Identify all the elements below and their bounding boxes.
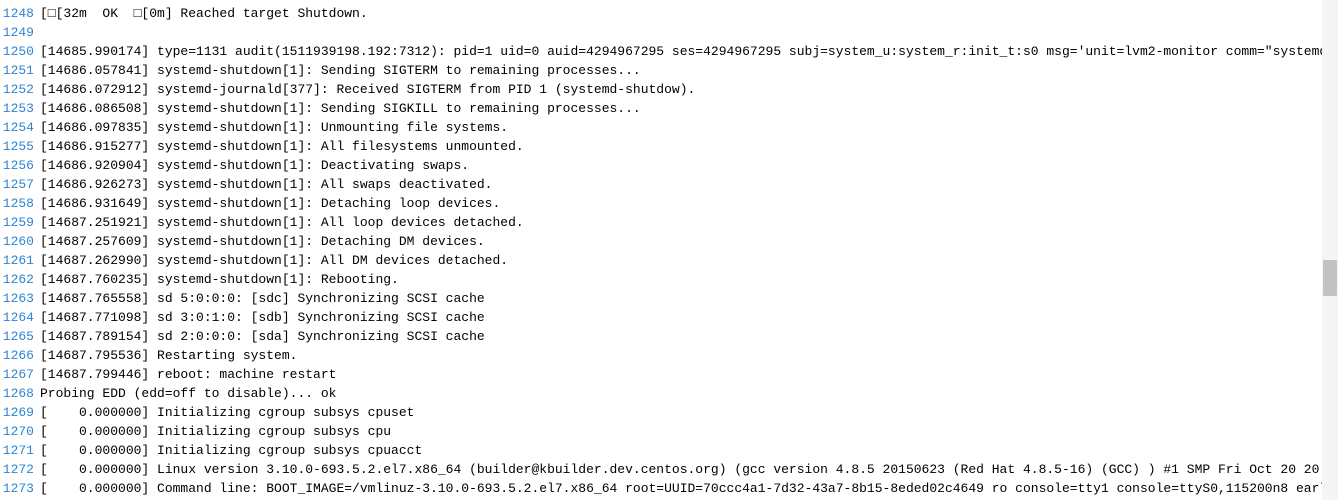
line-number: 1261 xyxy=(0,251,34,270)
log-line[interactable]: [14686.072912] systemd-journald[377]: Re… xyxy=(40,80,1338,99)
line-number: 1255 xyxy=(0,137,34,156)
log-line[interactable]: [ 0.000000] Initializing cgroup subsys c… xyxy=(40,403,1338,422)
line-number: 1268 xyxy=(0,384,34,403)
line-number: 1252 xyxy=(0,80,34,99)
log-line[interactable]: [14686.097835] systemd-shutdown[1]: Unmo… xyxy=(40,118,1338,137)
log-line[interactable]: [14687.765558] sd 5:0:0:0: [sdc] Synchro… xyxy=(40,289,1338,308)
log-line[interactable]: [14687.760235] systemd-shutdown[1]: Rebo… xyxy=(40,270,1338,289)
line-number: 1267 xyxy=(0,365,34,384)
log-line[interactable]: [14686.915277] systemd-shutdown[1]: All … xyxy=(40,137,1338,156)
log-line[interactable]: [14687.262990] systemd-shutdown[1]: All … xyxy=(40,251,1338,270)
log-line[interactable]: [ 0.000000] Linux version 3.10.0-693.5.2… xyxy=(40,460,1338,479)
scrollbar-track[interactable] xyxy=(1322,0,1338,500)
line-number: 1260 xyxy=(0,232,34,251)
log-line[interactable]: [14686.926273] systemd-shutdown[1]: All … xyxy=(40,175,1338,194)
log-line[interactable]: [ 0.000000] Command line: BOOT_IMAGE=/vm… xyxy=(40,479,1338,498)
line-number: 1248 xyxy=(0,4,34,23)
log-line[interactable]: [14686.920904] systemd-shutdown[1]: Deac… xyxy=(40,156,1338,175)
log-line[interactable] xyxy=(40,23,1338,42)
line-number: 1273 xyxy=(0,479,34,498)
line-number: 1270 xyxy=(0,422,34,441)
line-number: 1259 xyxy=(0,213,34,232)
log-line[interactable]: [14686.057841] systemd-shutdown[1]: Send… xyxy=(40,61,1338,80)
log-line[interactable]: [14687.257609] systemd-shutdown[1]: Deta… xyxy=(40,232,1338,251)
line-number: 1263 xyxy=(0,289,34,308)
log-line[interactable]: [ 0.000000] Initializing cgroup subsys c… xyxy=(40,422,1338,441)
line-number: 1262 xyxy=(0,270,34,289)
line-number: 1265 xyxy=(0,327,34,346)
log-line[interactable]: [ 0.000000] Initializing cgroup subsys c… xyxy=(40,441,1338,460)
line-number: 1256 xyxy=(0,156,34,175)
log-viewer: 1248124912501251125212531254125512561257… xyxy=(0,0,1338,500)
line-number: 1251 xyxy=(0,61,34,80)
line-number: 1272 xyxy=(0,460,34,479)
line-number: 1257 xyxy=(0,175,34,194)
log-line[interactable]: [14686.931649] systemd-shutdown[1]: Deta… xyxy=(40,194,1338,213)
log-line[interactable]: [□[32m OK □[0m] Reached target Shutdown. xyxy=(40,4,1338,23)
log-line[interactable]: [14686.086508] systemd-shutdown[1]: Send… xyxy=(40,99,1338,118)
log-line[interactable]: [14687.795536] Restarting system. xyxy=(40,346,1338,365)
log-line[interactable]: [14687.251921] systemd-shutdown[1]: All … xyxy=(40,213,1338,232)
log-content[interactable]: [□[32m OK □[0m] Reached target Shutdown.… xyxy=(40,0,1338,500)
line-number: 1266 xyxy=(0,346,34,365)
log-line[interactable]: [14687.799446] reboot: machine restart xyxy=(40,365,1338,384)
log-line[interactable]: [14687.771098] sd 3:0:1:0: [sdb] Synchro… xyxy=(40,308,1338,327)
line-number: 1249 xyxy=(0,23,34,42)
line-number: 1264 xyxy=(0,308,34,327)
line-number-gutter: 1248124912501251125212531254125512561257… xyxy=(0,0,40,500)
line-number: 1254 xyxy=(0,118,34,137)
line-number: 1253 xyxy=(0,99,34,118)
scrollbar-thumb[interactable] xyxy=(1323,260,1337,296)
log-line[interactable]: Probing EDD (edd=off to disable)... ok xyxy=(40,384,1338,403)
line-number: 1271 xyxy=(0,441,34,460)
line-number: 1250 xyxy=(0,42,34,61)
line-number: 1269 xyxy=(0,403,34,422)
log-line[interactable]: [14687.789154] sd 2:0:0:0: [sda] Synchro… xyxy=(40,327,1338,346)
line-number: 1258 xyxy=(0,194,34,213)
log-line[interactable]: [14685.990174] type=1131 audit(151193919… xyxy=(40,42,1338,61)
